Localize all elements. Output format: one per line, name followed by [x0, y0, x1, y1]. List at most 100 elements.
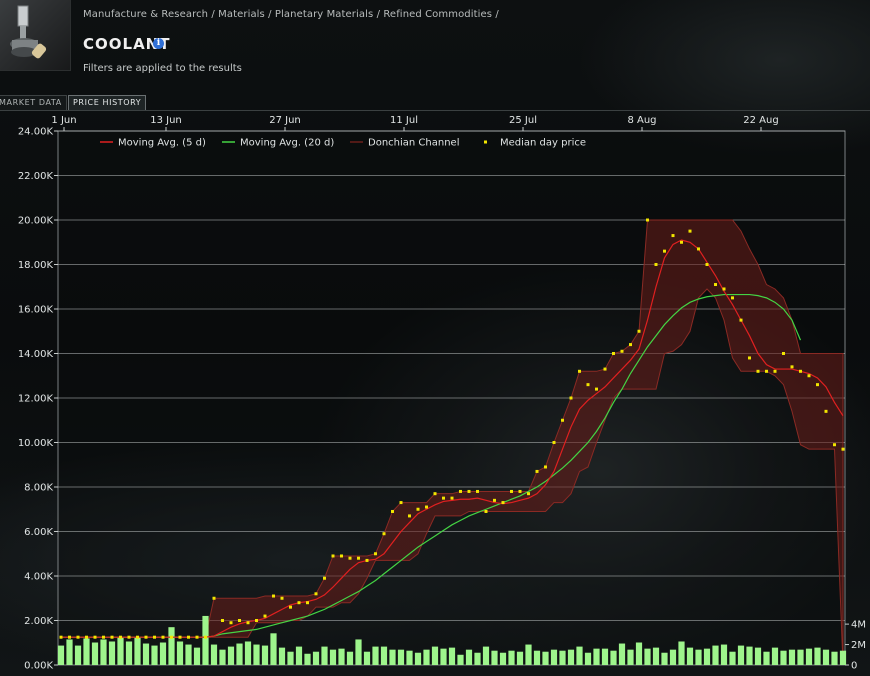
- volume-bar: [338, 648, 345, 665]
- median-price-point: [144, 635, 148, 639]
- volume-bar: [431, 646, 439, 665]
- volume-bar: [771, 647, 779, 665]
- median-price-point: [544, 465, 547, 469]
- median-price-point: [433, 492, 437, 496]
- volume-bar: [559, 650, 566, 665]
- median-price-point: [272, 594, 275, 598]
- volume-bar: [457, 654, 464, 665]
- legend-swatch-median: [484, 140, 487, 144]
- volume-bar: [66, 639, 73, 665]
- volume-bar: [108, 641, 116, 665]
- y-tick-label: 4.00K: [24, 572, 53, 583]
- y-tick-label: 12.00K: [18, 394, 54, 405]
- y-tick-label: 8.00K: [24, 483, 53, 494]
- median-price-point: [578, 369, 581, 373]
- volume-bar: [805, 648, 813, 665]
- median-price-point: [773, 369, 777, 373]
- price-history-chart: 0.00K 2.00K 4.00K 6.00K 8.00K 10.00K 12.00K 14.…: [18, 115, 866, 672]
- x-tick-label: 13 Jun: [150, 115, 182, 126]
- volume-bar: [321, 646, 328, 665]
- median-price-point: [586, 383, 590, 387]
- median-price-point: [110, 635, 114, 639]
- volume-bar: [533, 650, 541, 665]
- volume-bar: [780, 650, 787, 665]
- median-price-point: [654, 263, 658, 266]
- volume-bar: [304, 653, 311, 665]
- median-price-point: [518, 489, 522, 493]
- median-price-point: [314, 592, 318, 596]
- median-price-point: [280, 596, 284, 600]
- y-tick-label: 22.00K: [18, 171, 54, 182]
- volume-bar: [703, 648, 711, 665]
- median-price-point: [501, 501, 505, 505]
- volume-bar: [151, 645, 158, 665]
- median-price-point: [119, 635, 122, 639]
- median-price-point: [569, 396, 573, 400]
- median-price-point: [535, 469, 539, 473]
- volume-bar: [125, 641, 133, 665]
- volume-bar: [644, 648, 651, 665]
- volume-bar: [635, 642, 643, 665]
- median-price-point: [765, 369, 768, 373]
- median-price-point: [289, 605, 292, 609]
- median-price-point: [620, 349, 624, 353]
- x-tick-label: 8 Aug: [627, 115, 656, 126]
- median-price-point: [450, 496, 454, 500]
- median-price-point: [212, 596, 216, 600]
- volume-bar: [525, 644, 532, 665]
- volume-bar: [91, 642, 99, 665]
- median-price-point: [824, 409, 828, 413]
- volume-bar: [542, 651, 549, 665]
- volume-bar: [219, 649, 226, 665]
- volume-bar: [159, 642, 167, 665]
- median-price-point: [637, 329, 641, 333]
- volume-bar: [380, 646, 388, 665]
- median-price-point: [807, 374, 811, 378]
- median-price-point: [136, 635, 139, 639]
- median-price-point: [331, 554, 335, 558]
- volume-bar: [185, 644, 192, 665]
- volume-bar: [814, 647, 821, 665]
- volume-bar: [57, 645, 65, 665]
- volume-bar: [797, 649, 804, 665]
- volume-bar: [491, 650, 498, 665]
- median-price-point: [161, 635, 165, 639]
- volume-bar: [601, 648, 609, 665]
- median-price-point: [408, 514, 411, 518]
- volume-bar: [686, 647, 694, 665]
- volume-bar: [270, 633, 277, 665]
- volume-bar: [448, 647, 456, 665]
- volume-bar: [754, 647, 762, 665]
- volume-bar: [355, 639, 362, 665]
- median-price-point: [68, 635, 71, 639]
- volume-bar: [227, 646, 235, 665]
- median-price-point: [229, 621, 233, 625]
- median-price-point: [391, 509, 394, 513]
- y-tick-label: 14.00K: [18, 349, 54, 360]
- median-price-point: [748, 356, 751, 360]
- median-price-point: [425, 505, 428, 509]
- median-price-point: [790, 365, 794, 369]
- volume-bar: [168, 627, 175, 665]
- median-price-point: [705, 263, 709, 266]
- median-price-point: [731, 296, 734, 300]
- median-price-point: [187, 635, 190, 639]
- median-price-point: [93, 635, 97, 639]
- median-price-point: [552, 441, 556, 444]
- volume-bar: [567, 649, 575, 665]
- median-price-point: [595, 387, 598, 391]
- median-price-point: [782, 352, 785, 355]
- median-price-point: [348, 556, 352, 560]
- volume-bar: [729, 651, 736, 665]
- volume-bar: [295, 646, 303, 665]
- volume-bar: [287, 651, 294, 665]
- median-price-point: [416, 507, 420, 511]
- median-price-point: [459, 489, 462, 493]
- volume-bar: [627, 649, 634, 665]
- volume-bar: [831, 651, 838, 665]
- volume-bar: [652, 647, 660, 665]
- median-price-point: [382, 532, 386, 536]
- median-price-point: [442, 496, 445, 500]
- median-price-point: [697, 247, 700, 251]
- median-price-point: [612, 352, 615, 355]
